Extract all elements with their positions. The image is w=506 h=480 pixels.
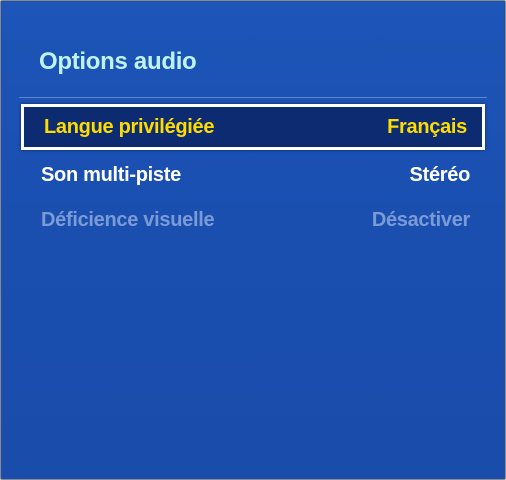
title-divider [19, 97, 487, 98]
menu-item-label: Langue privilégiée [44, 115, 215, 138]
menu-item-value: Désactiver [371, 208, 470, 231]
menu-title: Options audio [39, 48, 197, 75]
menu-item-label: Déficience visuelle [41, 208, 215, 231]
menu-item-multi-track-sound[interactable]: Son multi-piste Stéréo [21, 152, 485, 198]
menu-item-value: Français [387, 115, 467, 138]
menu-item-label: Son multi-piste [41, 163, 181, 186]
menu-item-visual-impairment: Déficience visuelle Désactiver [21, 197, 485, 243]
menu-item-preferred-language[interactable]: Langue privilégiée Français [21, 104, 485, 150]
audio-options-window: Options audio Langue privilégiée Françai… [0, 0, 506, 480]
menu-item-value: Stéréo [409, 163, 471, 186]
audio-options-panel: Options audio Langue privilégiée Françai… [2, 2, 504, 478]
